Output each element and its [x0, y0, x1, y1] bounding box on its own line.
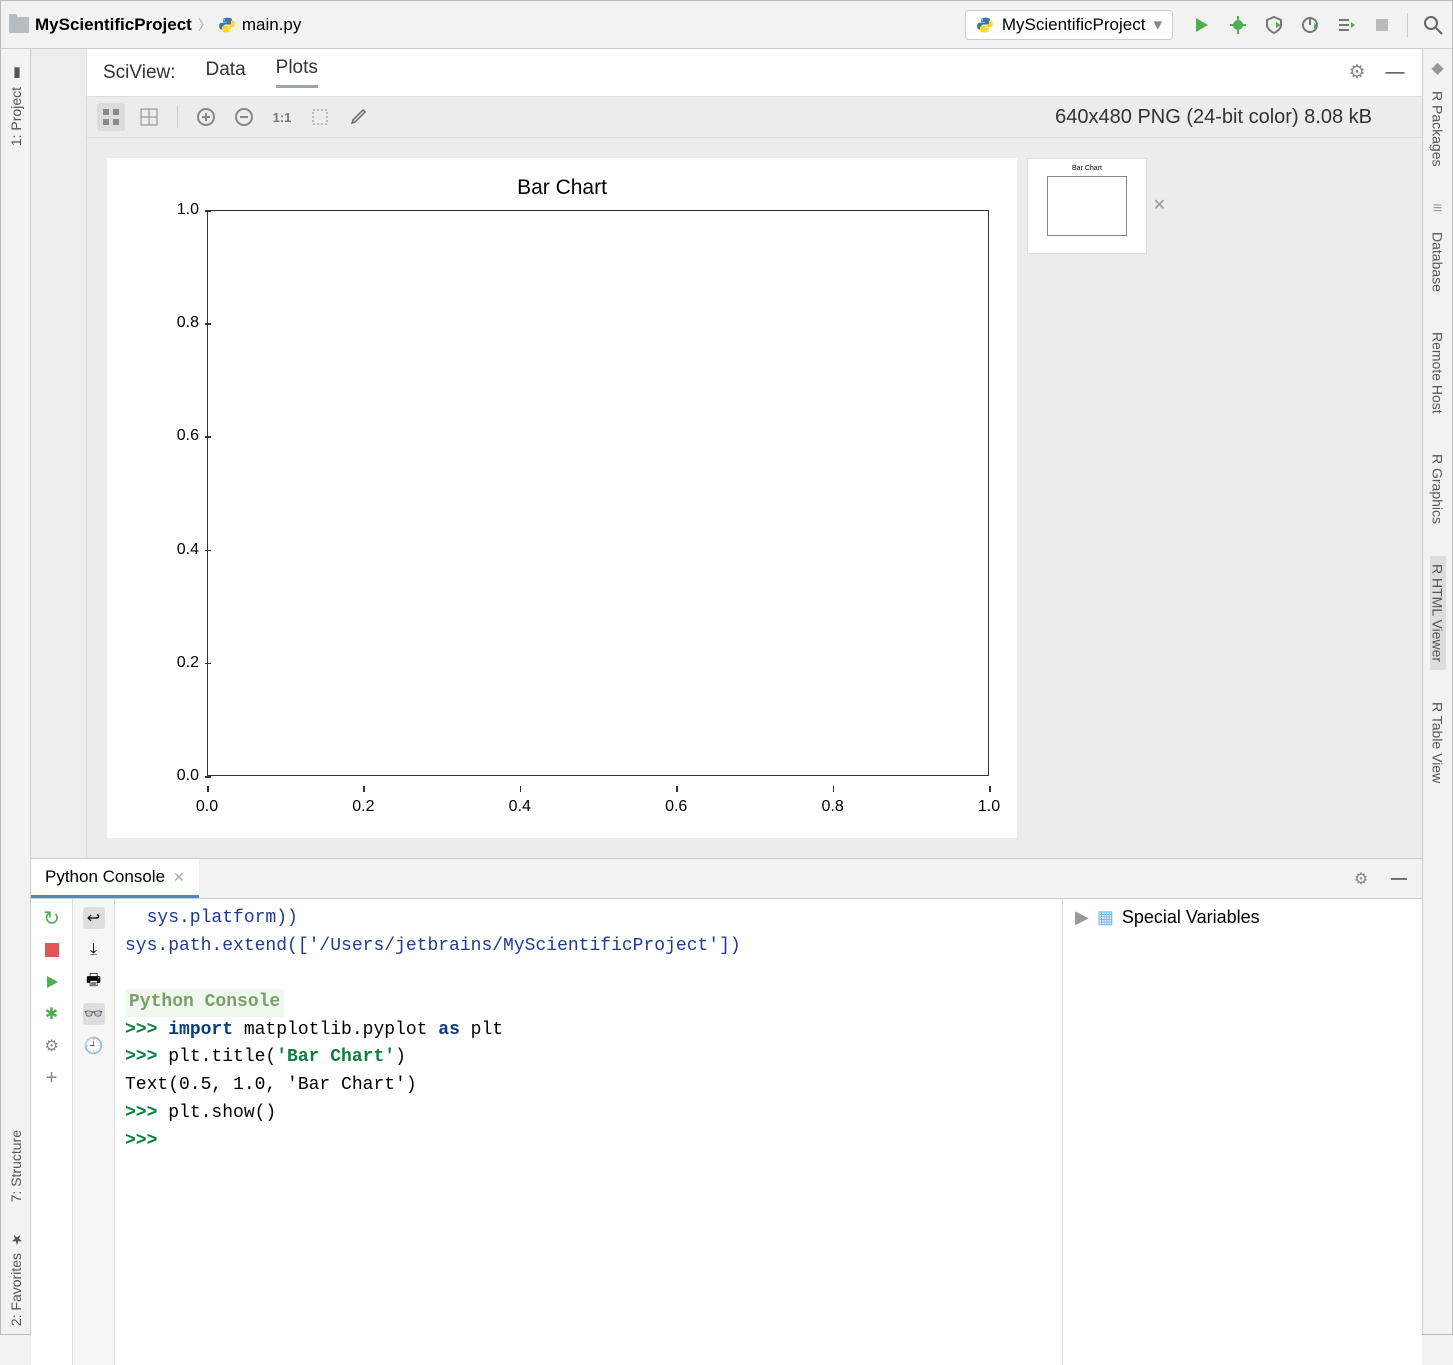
project-tool-button[interactable]: 1: Project ▮ [8, 57, 24, 154]
x-tick-label: 0.4 [509, 798, 531, 816]
concurrency-button[interactable] [1335, 14, 1357, 36]
console-output[interactable]: sys.platform))sys.path.extend(['/Users/j… [115, 899, 1062, 1365]
console-action-strip-1: ↻ ✱ ⚙ + [31, 899, 73, 1365]
soft-wrap-icon[interactable]: ↩ [83, 907, 105, 929]
scroll-to-end-icon[interactable]: ⤓ [83, 939, 105, 961]
profile-button[interactable] [1299, 14, 1321, 36]
variables-pane[interactable]: ▶ ▦ Special Variables [1062, 899, 1422, 1365]
tab-data[interactable]: Data [206, 59, 246, 87]
cube-icon[interactable]: ◆ [1427, 57, 1449, 79]
chart-title: Bar Chart [107, 176, 1017, 200]
sciview-title: SciView: [103, 62, 176, 84]
close-icon[interactable]: ✕ [1153, 195, 1166, 215]
print-icon[interactable]: 🖶 [83, 971, 105, 993]
history-icon[interactable]: 🕘 [83, 1035, 105, 1057]
console-tabbar: Python Console ✕ ⚙ — [31, 859, 1422, 899]
r-html-viewer-button[interactable]: R HTML Viewer [1430, 556, 1446, 670]
grid-icon[interactable] [135, 103, 163, 131]
y-tick-label: 0.0 [177, 767, 199, 785]
breadcrumb-file[interactable]: main.py [242, 15, 302, 35]
breadcrumb-project[interactable]: MyScientificProject [35, 15, 192, 35]
search-button[interactable] [1422, 14, 1444, 36]
expand-icon[interactable]: ▶ [1075, 907, 1089, 928]
stop-icon[interactable] [41, 939, 63, 961]
y-tick-label: 0.6 [177, 427, 199, 445]
add-icon[interactable]: + [41, 1067, 63, 1089]
one-to-one-icon[interactable]: 1:1 [268, 103, 296, 131]
remote-host-button[interactable]: Remote Host [1430, 324, 1446, 422]
top-toolbar: MyScientificProject 〉 main.py MyScientif… [1, 1, 1452, 49]
minimize-icon[interactable]: — [1388, 868, 1410, 890]
variables-icon: ▦ [1097, 907, 1114, 928]
y-tick-label: 0.4 [177, 541, 199, 559]
variables-header: Special Variables [1122, 907, 1260, 928]
close-icon[interactable]: ✕ [173, 869, 185, 886]
fit-icon[interactable] [97, 103, 125, 131]
x-tick-label: 0.2 [352, 798, 374, 816]
console-action-strip-2: ↩ ⤓ 🖶 👓 🕘 [73, 899, 115, 1365]
image-info-label: 640x480 PNG (24-bit color) 8.08 kB [1055, 106, 1372, 129]
run-configuration-selector[interactable]: MyScientificProject ▾ [965, 10, 1173, 40]
chart-frame [207, 210, 989, 776]
x-tick-label: 1.0 [978, 798, 1000, 816]
r-table-view-button[interactable]: R Table View [1430, 694, 1446, 791]
debug-icon[interactable]: ✱ [41, 1003, 63, 1025]
y-tick-label: 0.8 [177, 314, 199, 332]
chevron-down-icon: ▾ [1153, 15, 1162, 35]
r-packages-button[interactable]: R Packages [1430, 83, 1446, 174]
y-tick-label: 0.2 [177, 654, 199, 672]
rerun-icon[interactable]: ↻ [41, 907, 63, 929]
stop-button [1371, 14, 1393, 36]
crop-icon[interactable] [306, 103, 334, 131]
database-icon[interactable]: ≡ [1427, 198, 1449, 220]
x-tick-label: 0.8 [821, 798, 843, 816]
sciview-toolbar: 1:1 640x480 PNG (24-bit color) 8.08 kB [87, 97, 1422, 138]
r-graphics-button[interactable]: R Graphics [1430, 446, 1446, 532]
left-tool-strip: 1: Project ▮ 7: Structure 2: Favorites ★ [1, 49, 31, 1334]
tab-plots[interactable]: Plots [276, 57, 318, 88]
python-console-panel: Python Console ✕ ⚙ — ↻ ✱ ⚙ + ↩ [31, 859, 1422, 1365]
gear-icon[interactable]: ⚙ [41, 1035, 63, 1057]
python-file-icon [218, 16, 236, 34]
y-tick-label: 1.0 [177, 201, 199, 219]
chevron-right-icon: 〉 [198, 15, 212, 35]
sciview-panel: SciView: Data Plots ⚙ — 1:1 [31, 49, 1422, 859]
right-tool-strip: ◆ R Packages ≡ Database Remote Host R Gr… [1422, 49, 1452, 1334]
structure-tool-button[interactable]: 7: Structure [8, 1122, 24, 1210]
database-button[interactable]: Database [1430, 224, 1446, 300]
favorites-tool-button[interactable]: 2: Favorites ★ [8, 1223, 24, 1334]
run-config-name: MyScientificProject [1002, 15, 1146, 35]
eyedropper-icon[interactable] [344, 103, 372, 131]
folder-icon: ▮ [8, 65, 24, 81]
zoom-out-icon[interactable] [230, 103, 258, 131]
plot-canvas: Bar Chart 0.0 0.2 0.4 0.6 0.8 1.0 0.0 0.2 0.4 0.… [107, 158, 1017, 838]
breadcrumb: MyScientificProject 〉 main.py [9, 15, 301, 35]
folder-icon [9, 17, 29, 33]
minimize-icon[interactable]: — [1384, 62, 1406, 84]
show-vars-icon[interactable]: 👓 [83, 1003, 105, 1025]
sciview-header: SciView: Data Plots ⚙ — [87, 49, 1422, 97]
python-console-tab[interactable]: Python Console ✕ [31, 859, 199, 898]
run-button[interactable] [1191, 14, 1213, 36]
zoom-in-icon[interactable] [192, 103, 220, 131]
x-tick-label: 0.0 [196, 798, 218, 816]
debug-button[interactable] [1227, 14, 1249, 36]
python-icon [976, 16, 994, 34]
coverage-button[interactable] [1263, 14, 1285, 36]
editor-gutter [31, 49, 87, 858]
plot-thumbnail[interactable]: Bar Chart ✕ [1027, 158, 1147, 254]
gear-icon[interactable]: ⚙ [1350, 868, 1372, 890]
run-icon[interactable] [41, 971, 63, 993]
x-tick-label: 0.6 [665, 798, 687, 816]
star-icon: ★ [8, 1231, 24, 1247]
gear-icon[interactable]: ⚙ [1346, 62, 1368, 84]
